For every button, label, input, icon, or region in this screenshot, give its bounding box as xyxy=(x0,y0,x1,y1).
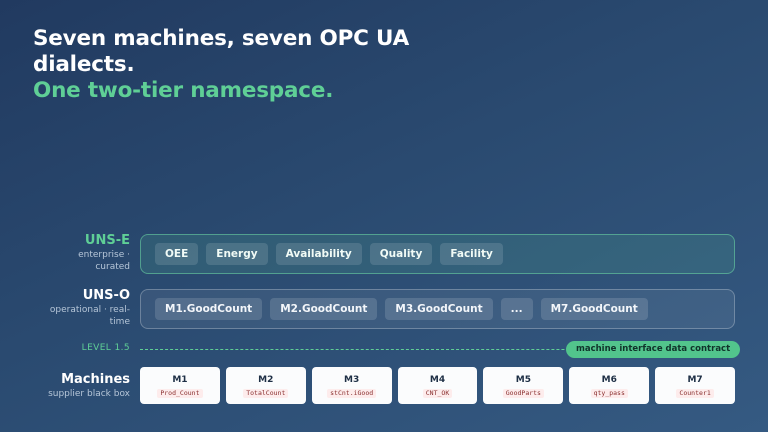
uns-e-label: UNS-E enterprise · curated xyxy=(0,233,130,273)
chip-facility: Facility xyxy=(440,243,503,265)
chip-ellipsis: ... xyxy=(500,298,533,320)
uns-o-band: M1.GoodCount M2.GoodCount M3.GoodCount .… xyxy=(140,289,735,329)
title-accent: One two-tier namespace. xyxy=(33,78,334,103)
uns-o-sub-2: time xyxy=(109,317,130,327)
uns-e-band: OEE Energy Availability Quality Facility xyxy=(140,234,735,274)
machines-name: Machines xyxy=(61,372,130,387)
uns-o-sub-1: operational · real- xyxy=(49,305,130,315)
machine-name: M5 xyxy=(515,374,531,385)
uns-o-name: UNS-O xyxy=(82,288,130,303)
chip-availability: Availability xyxy=(275,243,362,265)
machine-name: M7 xyxy=(687,374,703,385)
machine-name: M1 xyxy=(172,374,188,385)
chip-quality: Quality xyxy=(369,243,433,265)
machine-tag: TotalCount xyxy=(243,388,289,398)
level-label: LEVEL 1.5 xyxy=(81,343,130,353)
contract-pill: machine interface data contract xyxy=(566,341,741,358)
machine-tag: stCnt.iGood xyxy=(327,388,377,398)
chip-m7-goodcount: M7.GoodCount xyxy=(540,298,648,320)
machine-tag: Counter1 xyxy=(676,388,714,398)
machine-name: M4 xyxy=(429,374,446,385)
machine-tag: qty_pass xyxy=(590,388,628,398)
machine-card-m5: M5 GoodParts xyxy=(483,367,564,404)
chip-m2-goodcount: M2.GoodCount xyxy=(270,298,378,320)
machine-name: M6 xyxy=(601,374,617,385)
machines-row: M1 Prod_Count M2 TotalCount M3 stCnt.iGo… xyxy=(140,367,736,404)
machine-card-m4: M4 CNT_OK xyxy=(397,367,478,404)
title-line-2: dialects. xyxy=(33,52,135,77)
machine-name: M3 xyxy=(344,374,360,385)
machine-card-m6: M6 qty_pass xyxy=(569,367,650,404)
machines-label: Machines supplier black box xyxy=(0,372,130,400)
title-line-1: Seven machines, seven OPC UA xyxy=(33,26,410,51)
machine-card-m2: M2 TotalCount xyxy=(225,367,306,404)
uns-e-name: UNS-E xyxy=(84,233,130,248)
machine-tag: CNT_OK xyxy=(422,388,453,398)
uns-e-sub-1: enterprise · xyxy=(78,250,130,260)
chip-energy: Energy xyxy=(206,243,268,265)
uns-e-sub-2: curated xyxy=(95,262,130,272)
machines-sub: supplier black box xyxy=(48,389,130,399)
machine-card-m7: M7 Counter1 xyxy=(655,367,736,404)
machine-tag: GoodParts xyxy=(502,388,544,398)
slide-title: Seven machines, seven OPC UA dialects. O… xyxy=(33,26,453,104)
machine-name: M2 xyxy=(258,374,274,385)
chip-oee: OEE xyxy=(155,243,199,265)
level-row: LEVEL 1.5 machine interface data contrac… xyxy=(0,340,768,358)
chip-m1-goodcount: M1.GoodCount xyxy=(155,298,263,320)
machine-tag: Prod_Count xyxy=(157,388,203,398)
machine-card-m3: M3 stCnt.iGood xyxy=(311,367,392,404)
machine-card-m1: M1 Prod_Count xyxy=(140,367,220,404)
uns-o-label: UNS-O operational · real- time xyxy=(0,288,130,328)
chip-m3-goodcount: M3.GoodCount xyxy=(385,298,493,320)
